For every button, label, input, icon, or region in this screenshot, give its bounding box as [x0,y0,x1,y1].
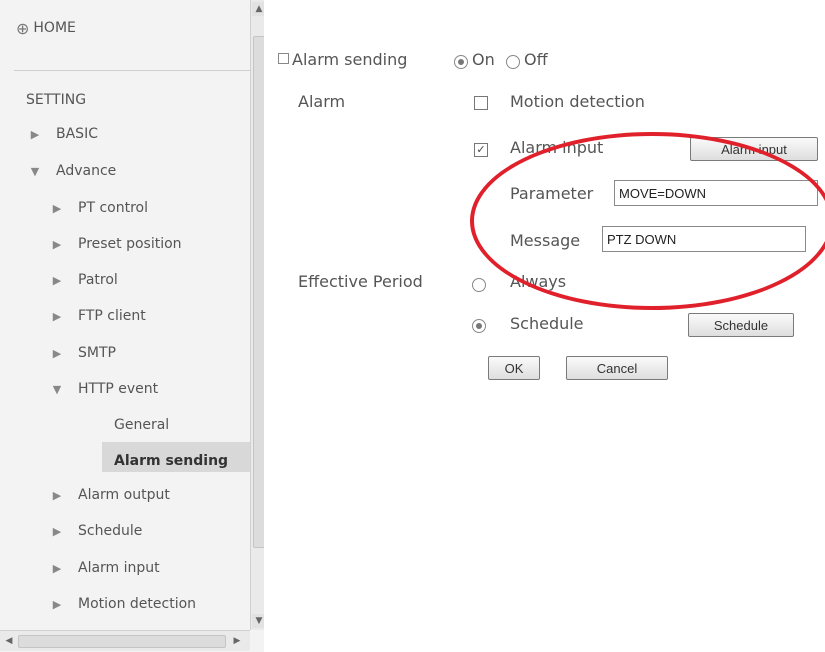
off-label: Off [524,50,548,69]
motion-detection-checkbox[interactable] [474,96,488,110]
message-input[interactable]: PTZ DOWN [602,226,806,252]
scroll-thumb[interactable] [253,36,264,548]
expand-arrow-icon: ▶ [52,237,62,251]
scroll-thumb[interactable] [18,635,226,648]
expand-arrow-icon: ▶ [52,561,62,575]
on-label: On [472,50,495,69]
collapse-arrow-icon: ▼ [30,164,40,178]
ok-button[interactable]: OK [488,356,540,380]
always-radio[interactable] [472,278,486,292]
collapse-arrow-icon: ▼ [52,382,62,396]
sidebar-item-general[interactable]: General [114,413,169,437]
scroll-up-icon[interactable]: ▲ [252,2,264,16]
sidebar-item-pt-control[interactable]: ▶ PT control [50,196,148,220]
sidebar-item-preset-position[interactable]: ▶ Preset position [50,232,182,256]
alarm-input-label: Alarm input [510,138,604,157]
motion-detection-label: Motion detection [510,92,645,111]
expand-arrow-icon: ▶ [52,201,62,215]
parameter-label: Parameter [510,184,594,203]
parameter-input[interactable]: MOVE=DOWN [614,180,818,206]
expand-arrow-icon: ▶ [52,524,62,538]
alarm-label: Alarm [298,92,346,111]
schedule-label: Schedule [510,314,584,333]
sidebar-item-ftp-client[interactable]: ▶ FTP client [50,304,146,328]
sidebar-item-patrol[interactable]: ▶ Patrol [50,268,118,292]
alarm-input-checkbox[interactable]: ✓ [474,143,488,157]
sidebar-item-basic[interactable]: ▶ BASIC [28,122,98,146]
sidebar-item-advance[interactable]: ▼ Advance [28,159,117,183]
alarm-input-button[interactable]: Alarm input [690,137,818,161]
expand-arrow-icon: ▶ [52,346,62,360]
always-label: Always [510,272,567,291]
sidebar-item-alarm-sending[interactable]: Alarm sending [114,449,228,473]
expand-arrow-icon: ▶ [52,597,62,611]
schedule-button[interactable]: Schedule [688,313,794,337]
cancel-button[interactable]: Cancel [566,356,668,380]
home-label: HOME [33,20,76,36]
sidebar-vertical-scrollbar[interactable]: ▲ ▼ [250,0,264,630]
sidebar-horizontal-scrollbar[interactable]: ◀ ▶ [0,630,250,651]
setting-heading: SETTING [26,92,87,108]
sidebar-item-alarm-input[interactable]: ▶ Alarm input [50,556,160,580]
alarm-sending-on-radio[interactable] [454,55,468,69]
expand-arrow-icon: ▶ [52,309,62,323]
scroll-left-icon[interactable]: ◀ [2,634,16,648]
section-bullet-icon [278,53,289,64]
sidebar-item-alarm-output[interactable]: ▶ Alarm output [50,483,170,507]
scroll-down-icon[interactable]: ▼ [252,614,264,628]
message-label: Message [510,231,581,250]
expand-arrow-icon: ▶ [30,127,40,141]
sidebar-item-smtp[interactable]: ▶ SMTP [50,341,116,365]
scroll-right-icon[interactable]: ▶ [230,634,244,648]
sidebar-item-motion-detection[interactable]: ▶ Motion detection [50,592,196,616]
sidebar-item-schedule[interactable]: ▶ Schedule [50,519,143,543]
home-icon: ⊕ [16,18,30,38]
schedule-radio[interactable] [472,319,486,333]
expand-arrow-icon: ▶ [52,273,62,287]
alarm-sending-form: Alarm sending On Off Alarm Motion detect… [268,0,825,652]
divider [14,70,250,71]
effective-period-label: Effective Period [298,272,423,291]
home-link[interactable]: ⊕ HOME [16,16,76,40]
expand-arrow-icon: ▶ [52,488,62,502]
alarm-sending-off-radio[interactable] [506,55,520,69]
sidebar-nav: ⊕ HOME SETTING ▶ BASIC ▼ Advance ▶ PT co… [0,0,264,652]
alarm-sending-heading: Alarm sending [278,50,407,69]
sidebar-item-http-event[interactable]: ▼ HTTP event [50,377,158,401]
